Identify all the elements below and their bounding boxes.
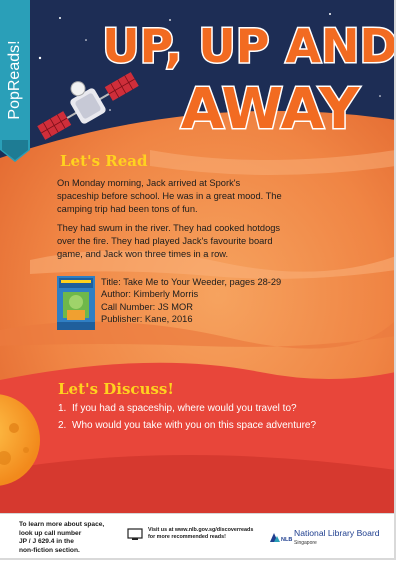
- visit-line: for more recommended reads!: [148, 534, 226, 540]
- nlb-mark: NLB: [281, 537, 292, 543]
- title-line-2: AWAY: [181, 77, 361, 142]
- question-text: Who would you take with you on this spac…: [72, 420, 317, 431]
- story-paragraph-2: They had swum in the river. They had coo…: [57, 223, 281, 259]
- list-item: 2. Who would you take with you on this s…: [58, 419, 318, 432]
- title-line-1: UP, UP AND: [102, 19, 396, 73]
- learn-more-line: non-fiction section.: [19, 546, 80, 554]
- book-title-value: Take Me to Your Weeder, pages 28-29: [123, 277, 282, 287]
- lets-read-heading: Let's Read: [60, 152, 148, 170]
- nlb-name: National Library Board Singapore: [294, 528, 380, 548]
- book-title-row: Title: Take Me to Your Weeder, pages 28-…: [101, 276, 301, 288]
- question-number: 2.: [58, 420, 67, 431]
- list-item: 1. If you had a spaceship, where would y…: [58, 402, 318, 415]
- learn-more-line: To learn more about space,: [19, 521, 105, 528]
- poster-page: PopReads! UP, UP AND AWAY Let's Read On …: [0, 0, 396, 560]
- discussion-questions: 1. If you had a spaceship, where would y…: [58, 402, 318, 436]
- monitor-icon: [127, 528, 143, 540]
- learn-more-line: look up call number: [19, 529, 82, 537]
- book-title-label: Title:: [101, 277, 121, 287]
- visit-website-note: Visit us at www.nlb.gov.sg/discoverreads…: [148, 527, 268, 541]
- footer-bar: To learn more about space, look up call …: [0, 513, 394, 558]
- learn-more-line: JP / J 629.4 in the: [19, 538, 74, 546]
- book-cover-image: [57, 276, 95, 330]
- learn-more-note: To learn more about space, look up call …: [19, 521, 119, 555]
- visit-line: Visit us at www.nlb.gov.sg/discoverreads: [148, 527, 254, 533]
- nlb-logo-icon: NLB: [270, 533, 292, 543]
- lets-discuss-heading: Let's Discuss!: [58, 380, 174, 398]
- nlb-country: Singapore: [294, 540, 317, 546]
- question-text: If you had a spaceship, where would you …: [72, 403, 297, 414]
- book-call-number: Call Number: JS MOR: [101, 301, 193, 312]
- book-publisher: Publisher: Kane, 2016: [101, 314, 193, 325]
- poster-title: UP, UP AND AWAY: [101, 18, 396, 144]
- question-number: 1.: [58, 403, 67, 414]
- ribbon-label: PopReads!: [6, 40, 23, 120]
- story-paragraph-1: On Monday morning, Jack arrived at Spork…: [57, 178, 282, 214]
- nlb-name-text: National Library Board: [294, 528, 380, 538]
- book-author: Author: Kimberly Morris: [101, 289, 199, 300]
- book-details: Title: Take Me to Your Weeder, pages 28-…: [101, 276, 301, 326]
